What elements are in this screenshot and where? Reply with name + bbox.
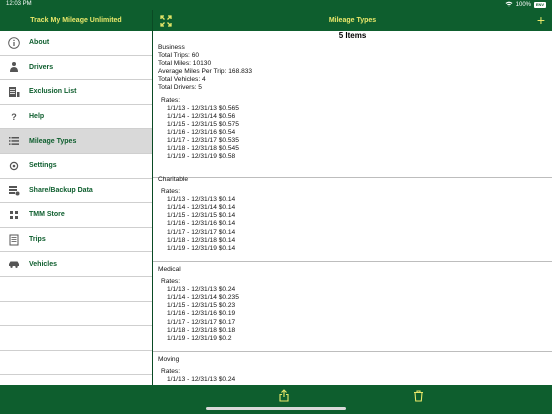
sidebar-empty-row [0, 326, 152, 351]
rate-line: 1/1/17 - 12/31/17 $0.17 [167, 318, 236, 326]
section-divider [153, 351, 552, 352]
wifi-icon [505, 1, 513, 9]
sidebar-empty-row [0, 351, 152, 376]
sidebar-item-label: About [29, 39, 50, 47]
rate-line: 1/1/16 - 12/31/16 $0.19 [167, 310, 236, 318]
mileage-type-moving[interactable]: Moving Rates: 1/1/13 - 12/31/13 $0.24 [153, 356, 552, 385]
rate-line: 1/1/13 - 12/31/13 $0.14 [167, 196, 236, 204]
rates-label: Rates: [161, 368, 181, 376]
sidebar-item-share-backup[interactable]: Share/Backup Data [0, 179, 152, 204]
home-indicator[interactable] [206, 407, 346, 410]
sidebar-item-tmm-store[interactable]: TMM Store [0, 203, 152, 228]
section-divider [153, 261, 552, 262]
rates-label: Rates: [161, 96, 181, 104]
rate-line: 1/1/14 - 12/31/14 $0.235 [167, 294, 239, 302]
sidebar-item-exclusion-list[interactable]: Exclusion List [0, 80, 152, 105]
rate-line: 1/1/15 - 12/31/15 $0.14 [167, 212, 236, 220]
list-icon [8, 135, 20, 147]
sidebar-item-mileage-types[interactable]: Mileage Types [0, 129, 152, 154]
sidebar-item-about[interactable]: About [0, 31, 152, 56]
rate-line: 1/1/15 - 12/31/15 $0.23 [167, 302, 236, 310]
trash-icon[interactable] [413, 389, 424, 402]
stat-line: Total Drivers: 5 [158, 84, 202, 92]
car-icon [8, 258, 20, 270]
sidebar-item-vehicles[interactable]: Vehicles [0, 252, 152, 277]
sidebar-empty-row [0, 302, 152, 327]
status-bar: 12:03 PM 100% ENV [0, 0, 552, 10]
rate-line: 1/1/16 - 12/31/16 $0.14 [167, 220, 236, 228]
type-name: Moving [158, 356, 180, 363]
stat-line: Total Vehicles: 4 [158, 76, 206, 84]
exclusion-list-icon [8, 86, 20, 98]
trips-icon [8, 234, 20, 246]
sidebar-item-label: Trips [29, 236, 46, 244]
rate-line: 1/1/18 - 12/31/18 $0.14 [167, 236, 236, 244]
rates-label: Rates: [161, 188, 181, 196]
mileage-type-business[interactable]: Business Total Trips: 60 Total Miles: 10… [153, 44, 552, 178]
info-icon [8, 37, 20, 49]
expand-icon[interactable] [160, 14, 172, 27]
rate-line: 1/1/17 - 12/31/17 $0.535 [167, 137, 239, 145]
rates-label: Rates: [161, 278, 181, 286]
rate-line: 1/1/19 - 12/31/19 $0.58 [167, 153, 236, 161]
sidebar-item-settings[interactable]: Settings [0, 154, 152, 179]
sidebar-item-trips[interactable]: Trips [0, 228, 152, 253]
mileage-type-charitable[interactable]: Charitable Rates: 1/1/13 - 12/31/13 $0.1… [153, 176, 552, 262]
status-time: 12:03 PM [6, 1, 32, 7]
store-icon [8, 209, 20, 221]
sidebar-title: Track My Mileage Unlimited [30, 17, 122, 24]
rate-line: 1/1/14 - 12/31/14 $0.14 [167, 204, 236, 212]
sidebar-item-label: Share/Backup Data [29, 186, 93, 194]
status-right: 100% ENV [505, 1, 546, 9]
rate-line: 1/1/13 - 12/31/13 $0.565 [167, 104, 239, 112]
sidebar-item-label: Settings [29, 162, 57, 170]
help-icon: ? [11, 111, 17, 122]
rate-line: 1/1/19 - 12/31/19 $0.14 [167, 244, 236, 252]
sidebar-item-help[interactable]: ? Help [0, 105, 152, 130]
rate-line: 1/1/18 - 12/31/18 $0.545 [167, 145, 239, 153]
rate-line: 1/1/15 - 12/31/15 $0.575 [167, 120, 239, 128]
battery-icon: ENV [534, 2, 546, 8]
sidebar-item-label: Exclusion List [29, 88, 77, 96]
type-name: Charitable [158, 176, 189, 183]
driver-icon [8, 61, 20, 73]
sidebar: About Drivers Exclusion List ? Help Mile… [0, 31, 152, 385]
main-content[interactable]: 5 Items Business Total Trips: 60 Total M… [153, 31, 552, 385]
rate-line: 1/1/13 - 12/31/13 $0.24 [167, 286, 236, 294]
rate-line: 1/1/14 - 12/31/14 $0.56 [167, 112, 236, 120]
sidebar-item-label: Vehicles [29, 260, 58, 268]
sidebar-empty-row [0, 277, 152, 302]
rate-line: 1/1/16 - 12/31/16 $0.54 [167, 128, 236, 136]
rate-line: 1/1/13 - 12/31/13 $0.24 [167, 376, 236, 384]
add-icon[interactable]: + [534, 13, 548, 27]
rate-line: 1/1/19 - 12/31/19 $0.2 [167, 334, 232, 342]
sidebar-item-label: TMM Store [29, 211, 65, 219]
type-name: Business [158, 44, 185, 51]
sidebar-item-label: Help [29, 113, 45, 121]
stat-line: Total Trips: 60 [158, 52, 200, 60]
sidebar-item-drivers[interactable]: Drivers [0, 56, 152, 81]
mileage-type-medical[interactable]: Medical Rates: 1/1/13 - 12/31/13 $0.24 1… [153, 266, 552, 352]
item-count: 5 Items [338, 31, 367, 40]
stat-line: Total Miles: 10130 [158, 60, 212, 68]
type-name: Medical [158, 266, 181, 273]
rate-line: 1/1/17 - 12/31/17 $0.14 [167, 228, 236, 236]
sidebar-item-label: Drivers [29, 63, 54, 71]
share-backup-icon [8, 184, 20, 196]
page-title: Mileage Types [328, 17, 377, 24]
battery-percent: 100% [515, 2, 531, 8]
rate-line: 1/1/18 - 12/31/18 $0.18 [167, 326, 236, 334]
share-icon[interactable] [278, 389, 290, 402]
sidebar-item-label: Mileage Types [29, 137, 77, 145]
stat-line: Average Miles Per Trip: 168.833 [158, 68, 253, 76]
settings-icon [8, 160, 20, 172]
